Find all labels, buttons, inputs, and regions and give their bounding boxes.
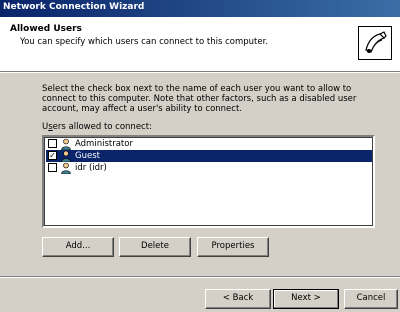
title-bar: Network Connection Wizard: [0, 0, 400, 17]
user-row-guest[interactable]: ✓ Guest: [46, 150, 372, 163]
user-name: idr (idr): [75, 163, 107, 173]
users-list-label: Users allowed to connect:: [42, 122, 152, 132]
guest-checkbox[interactable]: ✓: [48, 151, 57, 160]
add-button[interactable]: Add...: [42, 237, 114, 257]
idr-checkbox[interactable]: [48, 163, 57, 172]
network-connection-icon: [358, 26, 392, 60]
administrator-checkbox[interactable]: [48, 139, 57, 148]
properties-button[interactable]: Properties: [197, 237, 269, 257]
header-title: Allowed Users: [10, 24, 82, 34]
user-icon: [60, 162, 72, 177]
cancel-button[interactable]: Cancel: [344, 289, 398, 309]
window-title: Network Connection Wizard: [3, 2, 145, 12]
header-separator: [0, 72, 400, 73]
back-button[interactable]: < Back: [205, 289, 271, 309]
instructions-text: Select the check box next to the name of…: [42, 84, 357, 114]
delete-button[interactable]: Delete: [119, 237, 191, 257]
user-name: Guest: [75, 151, 100, 161]
next-button[interactable]: Next >: [273, 289, 339, 309]
user-row-idr[interactable]: idr (idr): [46, 162, 372, 177]
header-subtitle: You can specify which users can connect …: [20, 37, 269, 47]
user-row-administrator[interactable]: Administrator: [46, 138, 372, 151]
wizard-header: Allowed Users You can specify which user…: [0, 17, 400, 72]
users-list[interactable]: Administrator ✓ Guest idr (idr): [42, 135, 375, 228]
footer-separator-highlight: [0, 277, 400, 278]
user-name: Administrator: [75, 139, 133, 149]
